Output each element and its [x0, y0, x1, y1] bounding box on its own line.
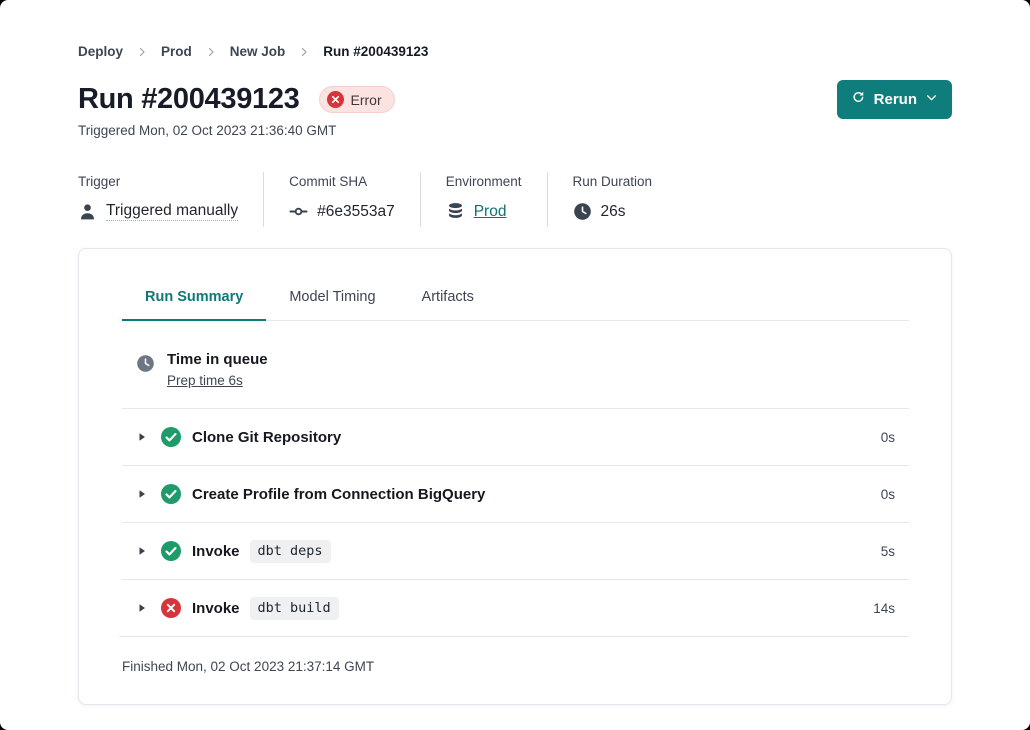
prep-time-link[interactable]: Prep time 6s — [167, 373, 243, 388]
card-footer: Finished Mon, 02 Oct 2023 21:37:14 GMT — [119, 636, 909, 676]
commit-icon — [289, 202, 308, 221]
command-chip: dbt deps — [250, 540, 331, 563]
success-check-icon — [161, 541, 181, 561]
meta-label: Commit SHA — [289, 174, 395, 189]
time-in-queue-section: Time in queue Prep time 6s — [122, 321, 909, 408]
triggered-timestamp: Triggered Mon, 02 Oct 2023 21:36:40 GMT — [78, 123, 336, 138]
rerun-button-label: Rerun — [874, 91, 917, 108]
success-check-icon — [161, 484, 181, 504]
tab-model-timing[interactable]: Model Timing — [266, 289, 398, 320]
database-icon — [446, 202, 465, 221]
step-duration: 14s — [873, 601, 895, 616]
refresh-icon — [851, 90, 866, 109]
breadcrumb-new-job[interactable]: New Job — [230, 44, 286, 59]
step-duration: 0s — [881, 487, 895, 502]
commit-sha-value: #6e3553a7 — [317, 203, 395, 221]
meta-label: Run Duration — [573, 174, 653, 189]
success-check-icon — [161, 427, 181, 447]
breadcrumb-deploy[interactable]: Deploy — [78, 44, 123, 59]
tab-run-summary[interactable]: Run Summary — [122, 289, 266, 320]
step-duration: 5s — [881, 544, 895, 559]
status-badge-label: Error — [351, 92, 382, 108]
expand-triangle-icon[interactable] — [136, 431, 148, 443]
step-label: Invoke — [192, 543, 240, 560]
step-label: Clone Git Repository — [192, 429, 341, 446]
expand-triangle-icon[interactable] — [136, 602, 148, 614]
environment-link[interactable]: Prod — [474, 203, 507, 221]
meta-trigger: Trigger Triggered manually — [78, 172, 264, 227]
chevron-down-icon — [925, 91, 938, 108]
tab-bar: Run Summary Model Timing Artifacts — [122, 289, 909, 321]
command-chip: dbt build — [250, 597, 339, 620]
chevron-right-icon — [136, 46, 148, 58]
finished-timestamp: Finished Mon, 02 Oct 2023 21:37:14 GMT — [122, 659, 374, 674]
run-duration-value: 26s — [601, 203, 626, 221]
clock-gray-icon — [136, 354, 155, 378]
step-row-clone-git[interactable]: Clone Git Repository 0s — [122, 408, 909, 465]
run-metadata: Trigger Triggered manually Commit SHA #6… — [78, 172, 677, 227]
meta-label: Environment — [446, 174, 522, 189]
meta-label: Trigger — [78, 174, 238, 189]
chevron-right-icon — [298, 46, 310, 58]
run-summary-card: Run Summary Model Timing Artifacts Time … — [78, 248, 952, 705]
step-row-dbt-deps[interactable]: Invoke dbt deps 5s — [122, 522, 909, 579]
step-label: Create Profile from Connection BigQuery — [192, 486, 485, 503]
step-row-dbt-build[interactable]: Invoke dbt build 14s — [122, 579, 909, 636]
step-label: Invoke — [192, 600, 240, 617]
clock-icon — [573, 202, 592, 221]
tab-artifacts[interactable]: Artifacts — [399, 289, 497, 320]
person-icon — [78, 202, 97, 221]
header: Run #200439123 Error Rerun — [78, 80, 952, 119]
breadcrumb-current-run: Run #200439123 — [323, 44, 428, 59]
step-duration: 0s — [881, 430, 895, 445]
run-detail-page: Deploy Prod New Job Run #200439123 Run #… — [0, 0, 1030, 730]
page-title: Run #200439123 — [78, 83, 300, 116]
meta-commit-sha: Commit SHA #6e3553a7 — [264, 172, 421, 227]
meta-run-duration: Run Duration 26s — [548, 172, 678, 227]
error-circle-icon — [161, 598, 181, 618]
error-circle-icon — [327, 91, 344, 108]
trigger-value[interactable]: Triggered manually — [106, 202, 238, 221]
queue-title: Time in queue — [167, 351, 268, 368]
meta-environment: Environment Prod — [421, 172, 548, 227]
step-row-create-profile[interactable]: Create Profile from Connection BigQuery … — [122, 465, 909, 522]
expand-triangle-icon[interactable] — [136, 488, 148, 500]
breadcrumb: Deploy Prod New Job Run #200439123 — [78, 44, 428, 59]
chevron-right-icon — [205, 46, 217, 58]
breadcrumb-prod[interactable]: Prod — [161, 44, 192, 59]
status-badge: Error — [319, 86, 395, 113]
expand-triangle-icon[interactable] — [136, 545, 148, 557]
rerun-button[interactable]: Rerun — [837, 80, 952, 119]
